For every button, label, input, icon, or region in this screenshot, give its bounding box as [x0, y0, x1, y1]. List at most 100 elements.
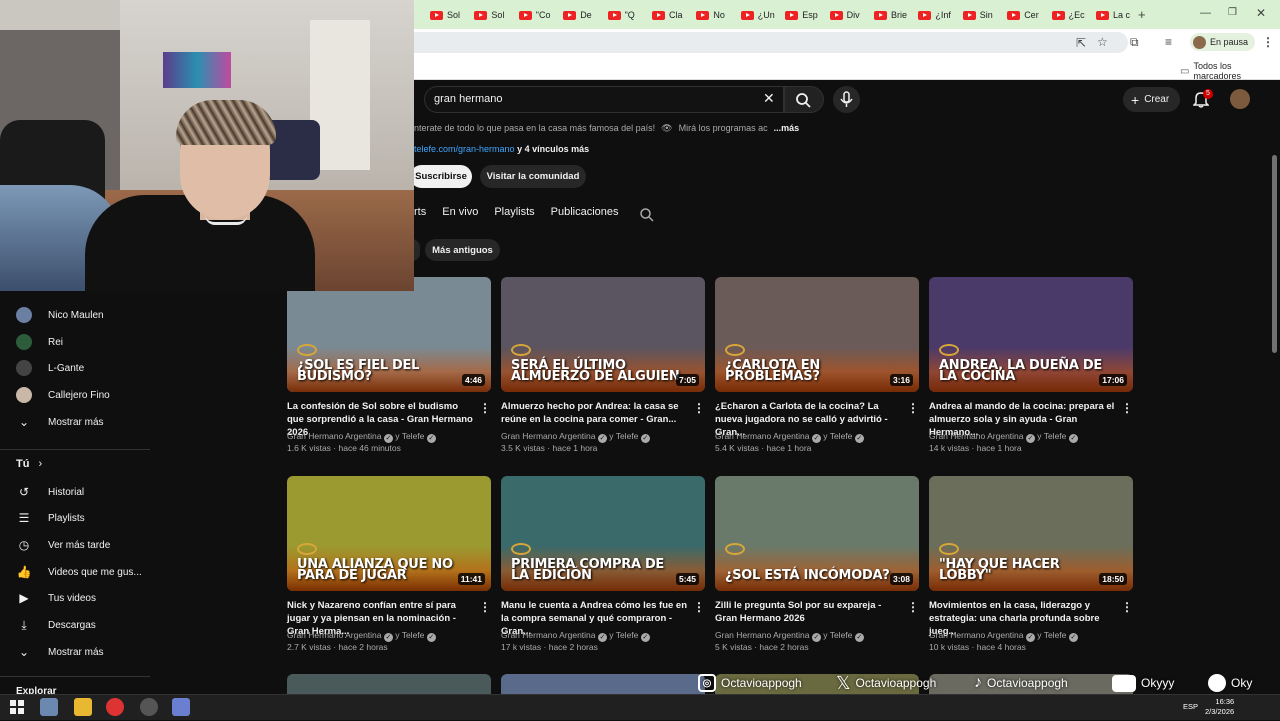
- install-icon[interactable]: ⇱: [1076, 36, 1086, 50]
- video-thumbnail[interactable]: ¿Sol es fiel del budismo? 4:46: [287, 277, 491, 392]
- collab-name[interactable]: y Telefe: [1037, 630, 1066, 640]
- video-thumbnail-partial[interactable]: [287, 674, 491, 694]
- search-button[interactable]: [784, 86, 824, 113]
- visit-community-button[interactable]: Visitar la comunidad: [480, 165, 586, 188]
- close-window-icon[interactable]: ✕: [1256, 6, 1266, 20]
- video-card[interactable]: Una alianza que no para de jugar 11:41 Nic…: [287, 476, 491, 656]
- collab-name[interactable]: y Telefe: [823, 630, 852, 640]
- video-card[interactable]: ¿Sol está incómoda? 3:08 Zilli le pregunta…: [715, 476, 919, 656]
- video-thumbnail[interactable]: Andrea, la dueña de la cocina 17:06: [929, 277, 1133, 392]
- address-bar[interactable]: [340, 32, 1128, 53]
- tab-playlists[interactable]: Playlists: [494, 206, 534, 223]
- video-thumbnail[interactable]: Primera compra de la edición 5:45: [501, 476, 705, 591]
- more-actions-icon[interactable]: ⋮: [1121, 401, 1133, 415]
- channel-name[interactable]: Gran Hermano Argentina: [715, 630, 810, 640]
- page-scrollbar[interactable]: [1272, 155, 1277, 353]
- video-channel[interactable]: Gran Hermano Argentina ✓ y Telefe ✓: [287, 431, 436, 443]
- channel-links[interactable]: telefe.com/gran-hermano y 4 vínculos más: [414, 144, 589, 154]
- browser-tab[interactable]: La c: [1096, 6, 1130, 24]
- more-actions-icon[interactable]: ⋮: [693, 600, 705, 614]
- channel-name[interactable]: Gran Hermano Argentina: [287, 630, 382, 640]
- more-actions-icon[interactable]: ⋮: [1121, 600, 1133, 614]
- all-bookmarks[interactable]: ▭ Todos los marcadores: [1180, 61, 1280, 81]
- collab-name[interactable]: y Telefe: [1037, 431, 1066, 441]
- start-button[interactable]: [8, 698, 26, 716]
- more-actions-icon[interactable]: ⋮: [907, 600, 919, 614]
- remote-app-icon[interactable]: [172, 698, 190, 716]
- channel-name[interactable]: Gran Hermano Argentina: [501, 630, 596, 640]
- you-section-header[interactable]: Tú ›: [16, 458, 42, 470]
- sidebar-subscription[interactable]: L-Gante: [0, 355, 150, 381]
- browser-tab[interactable]: Cer: [1007, 6, 1039, 24]
- video-thumbnail-partial[interactable]: [501, 674, 705, 694]
- channel-name[interactable]: Gran Hermano Argentina: [929, 431, 1024, 441]
- browser-tab[interactable]: De: [563, 6, 592, 24]
- sidebar-subscription[interactable]: Callejero Fino: [0, 382, 150, 408]
- sidebar-item-your-videos[interactable]: ▶ Tus videos: [0, 585, 150, 611]
- browser-tab[interactable]: "Co: [518, 6, 551, 24]
- video-channel[interactable]: Gran Hermano Argentina ✓ y Telefe ✓: [715, 630, 864, 642]
- sidebar-show-more-2[interactable]: ⌄ Mostrar más: [0, 639, 150, 665]
- video-title[interactable]: Zilli le pregunta Sol por su expareja - …: [715, 599, 905, 625]
- collab-name[interactable]: y Telefe: [609, 630, 638, 640]
- video-card[interactable]: Primera compra de la edición 5:45 Manu le …: [501, 476, 705, 656]
- browser-tab[interactable]: "Q: [607, 6, 635, 24]
- new-tab-button[interactable]: +: [1138, 7, 1146, 22]
- video-channel[interactable]: Gran Hermano Argentina ✓ y Telefe ✓: [715, 431, 864, 443]
- collab-name[interactable]: y Telefe: [395, 630, 424, 640]
- video-thumbnail[interactable]: Una alianza que no para de jugar 11:41: [287, 476, 491, 591]
- obs-icon[interactable]: [140, 698, 158, 716]
- sidebar-item-watch-later[interactable]: ◷ Ver más tarde: [0, 532, 150, 558]
- channel-name[interactable]: Gran Hermano Argentina: [287, 431, 382, 441]
- bookmark-star-icon[interactable]: ☆: [1097, 35, 1108, 49]
- browser-tab[interactable]: Sol: [474, 6, 504, 24]
- collab-name[interactable]: y Telefe: [823, 431, 852, 441]
- video-channel[interactable]: Gran Hermano Argentina ✓ y Telefe ✓: [287, 630, 436, 642]
- channel-link[interactable]: telefe.com/gran-hermano: [414, 144, 515, 154]
- more-links[interactable]: y 4 vínculos más: [517, 144, 589, 154]
- more-actions-icon[interactable]: ⋮: [479, 600, 491, 614]
- media-app-icon[interactable]: [40, 698, 58, 716]
- more-link[interactable]: ...más: [774, 123, 800, 134]
- channel-name[interactable]: Gran Hermano Argentina: [929, 630, 1024, 640]
- browser-tab[interactable]: ¿Ec: [1051, 6, 1085, 24]
- more-actions-icon[interactable]: ⋮: [479, 401, 491, 415]
- tab-shorts[interactable]: rts: [414, 206, 426, 223]
- browser-menu-icon[interactable]: ⋮: [1262, 35, 1274, 49]
- extensions-icon[interactable]: ⧉: [1130, 35, 1139, 50]
- chrome-icon[interactable]: [106, 698, 124, 716]
- video-title[interactable]: Almuerzo hecho por Andrea: la casa se re…: [501, 400, 691, 426]
- browser-tab[interactable]: ¿Un: [740, 6, 775, 24]
- browser-tab[interactable]: No: [696, 6, 725, 24]
- browser-tab[interactable]: ¿Inf: [918, 6, 951, 24]
- video-channel[interactable]: Gran Hermano Argentina ✓ y Telefe ✓: [501, 630, 650, 642]
- browser-tab[interactable]: Sin: [962, 6, 993, 24]
- channel-name[interactable]: Gran Hermano Argentina: [501, 431, 596, 441]
- browser-tab[interactable]: Cla: [652, 6, 683, 24]
- video-channel[interactable]: Gran Hermano Argentina ✓ y Telefe ✓: [501, 431, 650, 443]
- sidebar-item-downloads[interactable]: ⤓ Descargas: [0, 612, 150, 638]
- sidebar-item-liked[interactable]: 👍 Videos que me gus...: [0, 559, 150, 585]
- create-button[interactable]: + Crear: [1123, 87, 1181, 112]
- more-actions-icon[interactable]: ⋮: [693, 401, 705, 415]
- video-thumbnail[interactable]: ¿Carlota en problemas? 3:16: [715, 277, 919, 392]
- video-thumbnail[interactable]: ¿Sol está incómoda? 3:08: [715, 476, 919, 591]
- restore-icon[interactable]: ❐: [1228, 7, 1237, 18]
- channel-search-icon[interactable]: [639, 207, 655, 223]
- browser-tab[interactable]: Sol: [430, 6, 460, 24]
- account-avatar[interactable]: [1230, 89, 1250, 109]
- sort-oldest-chip[interactable]: Más antiguos: [425, 239, 500, 261]
- sidebar-item-history[interactable]: ↺ Historial: [0, 479, 150, 505]
- media-control-icon[interactable]: ≡: [1165, 35, 1172, 49]
- video-channel[interactable]: Gran Hermano Argentina ✓ y Telefe ✓: [929, 431, 1078, 443]
- video-thumbnail[interactable]: Será el último almuerzo de alguien 7:05: [501, 277, 705, 392]
- tab-live[interactable]: En vivo: [442, 206, 478, 223]
- video-card[interactable]: Será el último almuerzo de alguien 7:05 Al…: [501, 277, 705, 457]
- channel-description[interactable]: nterate de todo lo que pasa en la casa m…: [414, 123, 799, 134]
- video-card[interactable]: Andrea, la dueña de la cocina 17:06 Andrea…: [929, 277, 1133, 457]
- browser-tab[interactable]: Esp: [785, 6, 818, 24]
- clear-search-icon[interactable]: ✕: [763, 90, 775, 107]
- video-card[interactable]: ¿Carlota en problemas? 3:16 ¿Echaron a Car…: [715, 277, 919, 457]
- subscribe-button[interactable]: Suscribirse: [410, 165, 472, 188]
- sidebar-subscription[interactable]: Nico Maulen: [0, 302, 150, 328]
